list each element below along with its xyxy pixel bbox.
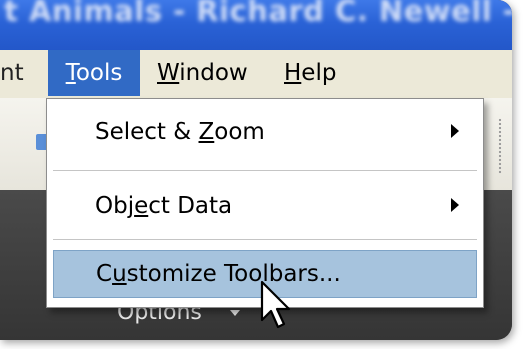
toolbar-grip-handle[interactable] <box>498 118 502 174</box>
tools-dropdown-menu: Select & Zoom Object Data Customize Tool… <box>46 98 484 308</box>
menu-help-label: elp <box>301 60 337 86</box>
menu-bar: nt Tools Window Help <box>0 50 512 99</box>
menu-item-mnemonic: e <box>134 193 149 219</box>
title-bar: t Animals - Richard C. Newell - A <box>0 0 512 50</box>
menu-help-mnemonic: H <box>284 60 302 86</box>
mouse-pointer-icon <box>260 280 291 329</box>
menu-item-label: C <box>96 261 113 287</box>
menu-tools-mnemonic: T <box>65 60 76 86</box>
menu-item-mnemonic: u <box>112 261 127 287</box>
menu-tools-label: ools <box>75 60 123 86</box>
menu-window-mnemonic: W <box>157 60 180 86</box>
menu-window[interactable]: Window <box>157 50 248 96</box>
menu-item-mnemonic: Z <box>198 119 215 145</box>
menu-item-select-zoom[interactable]: Select & Zoom <box>53 107 477 157</box>
menu-item-label: oom <box>214 119 265 145</box>
menu-tools[interactable]: Tools <box>48 50 140 96</box>
menu-item-label: Obj <box>95 193 135 219</box>
menu-item-label: stomize Toolbars... <box>126 261 341 287</box>
caret-down-icon <box>230 310 240 316</box>
chevron-right-icon <box>451 124 459 138</box>
menu-item-label: ct Data <box>148 193 233 219</box>
window-title: t Animals - Richard C. Newell - A <box>4 0 512 28</box>
menu-separator <box>53 170 477 172</box>
menu-window-label: indow <box>179 60 248 86</box>
application-window: t Animals - Richard C. Newell - A nt Too… <box>0 0 512 340</box>
menu-separator <box>53 239 477 241</box>
menu-item-label: Select & <box>95 119 199 145</box>
chevron-right-icon <box>451 198 459 212</box>
menu-item-object-data[interactable]: Object Data <box>53 181 477 231</box>
menu-help[interactable]: Help <box>284 50 336 96</box>
menu-edit-partial[interactable]: nt <box>0 50 24 96</box>
